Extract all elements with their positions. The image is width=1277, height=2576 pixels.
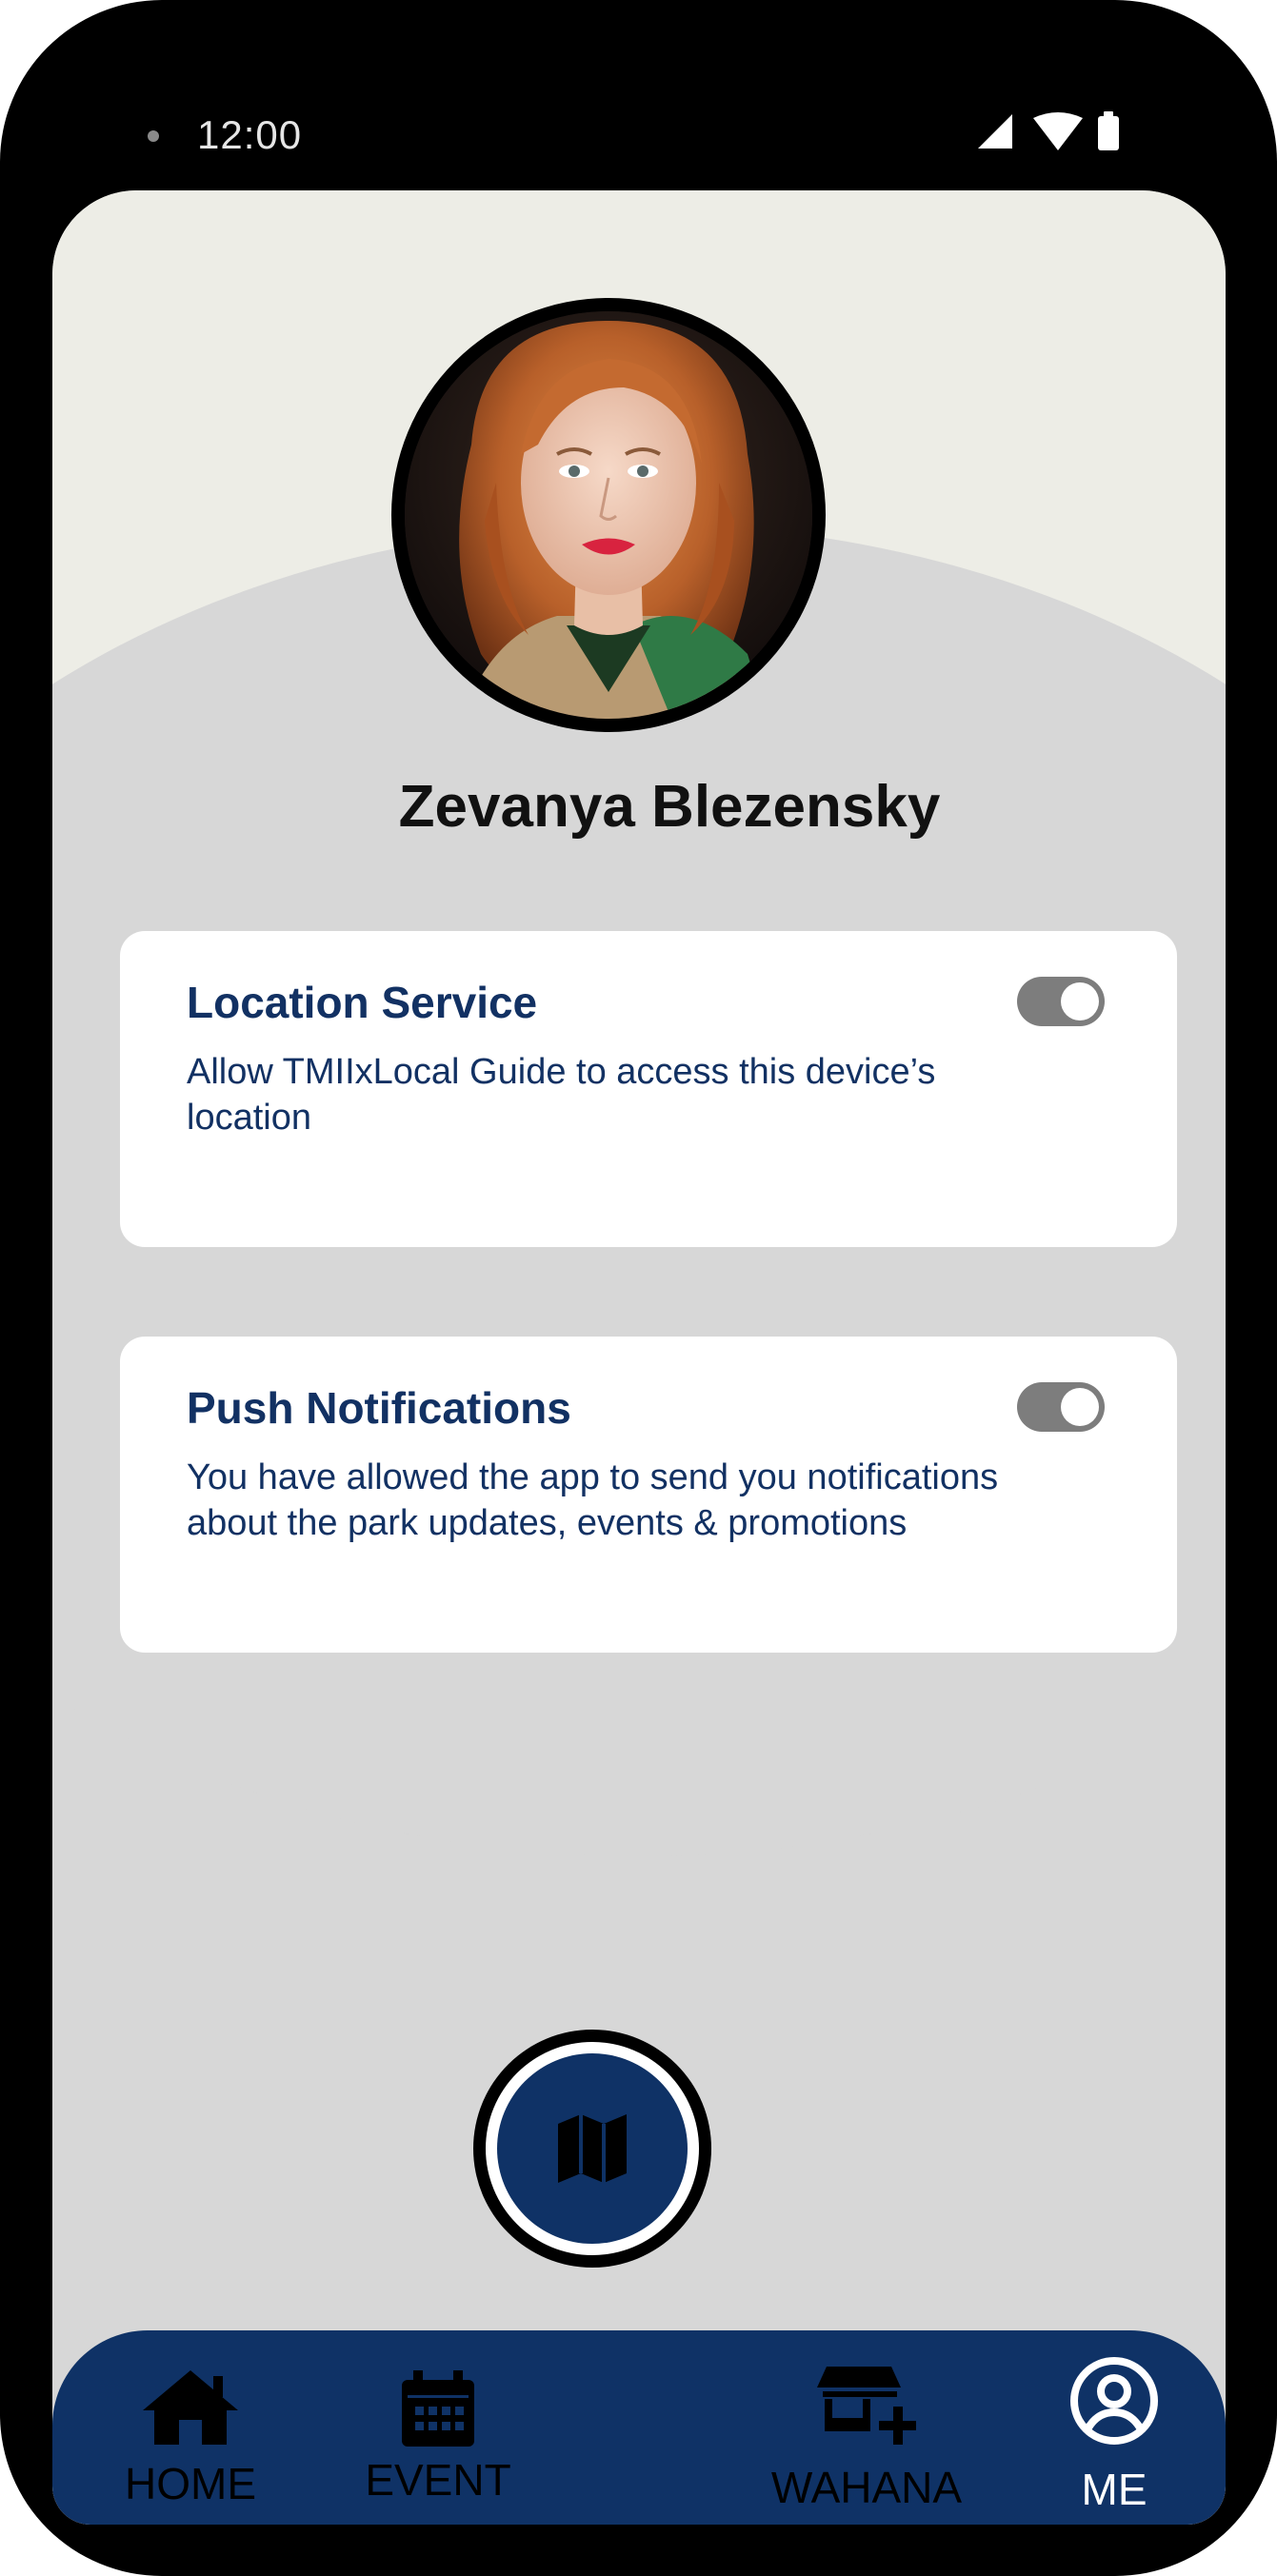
battery-icon [1098,116,1119,150]
phone-frame: 12:00 Zevanya Blezensky Location Service… [0,0,1277,2576]
profile-name: Zevanya Blezensky [398,774,941,840]
account-circle-icon [1070,2357,1158,2445]
status-icons [978,111,1119,150]
map-button-ring [486,2042,699,2255]
location-service-toggle[interactable] [1017,977,1105,1026]
location-service-card: Location Service Allow TMIIxLocal Guide … [120,931,1177,1247]
map-button-core [497,2053,688,2244]
map-button[interactable] [473,2030,711,2268]
home-icon [143,2370,238,2445]
nav-label-me: ME [1081,2465,1147,2514]
store-add-icon [817,2367,916,2445]
nav-label-event: EVENT [365,2455,511,2505]
signal-icon [978,114,1012,149]
toggle-knob [1061,1388,1099,1426]
status-time: 12:00 [197,112,303,157]
location-service-description: Allow TMIIxLocal Guide to access this de… [187,1052,936,1138]
map-icon [558,2114,627,2183]
push-notifications-title: Push Notifications [187,1383,571,1433]
nav-item-home[interactable]: HOME [90,2330,290,2525]
nav-label-wahana: WAHANA [770,2463,963,2512]
push-notifications-card: Push Notifications You have allowed the … [120,1337,1177,1653]
nav-item-event[interactable]: EVENT [338,2330,538,2525]
push-notifications-toggle[interactable] [1017,1382,1105,1432]
notification-dot [148,130,159,142]
status-bar: 12:00 [0,0,1277,190]
avatar-photo [405,311,812,719]
profile-avatar[interactable] [391,298,826,732]
push-notifications-description: You have allowed the app to send you not… [187,1457,999,1543]
portrait-illustration [405,311,812,719]
calendar-icon [402,2370,474,2447]
location-service-title: Location Service [187,978,538,1027]
toggle-knob [1061,982,1099,1020]
nav-label-home: HOME [125,2459,256,2508]
nav-item-wahana[interactable]: WAHANA [748,2330,986,2525]
nav-item-me[interactable]: ME [1033,2330,1195,2525]
bottom-navigation: HOME EVENT WAHANA ME [52,2330,1226,2525]
wifi-icon [1033,112,1083,150]
